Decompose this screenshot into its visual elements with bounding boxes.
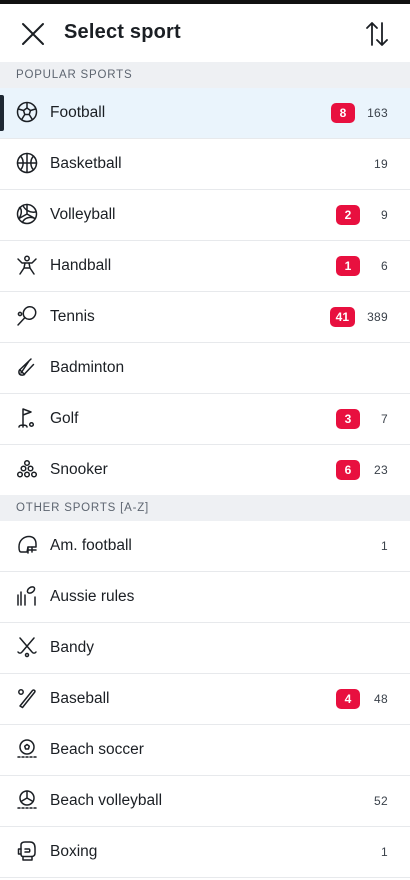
- event-count: 1: [381, 845, 388, 859]
- event-count: 19: [374, 157, 388, 171]
- sport-name: Beach soccer: [50, 741, 144, 758]
- aussie-rules-icon: [15, 584, 39, 608]
- sport-name: Badminton: [50, 359, 125, 376]
- snooker-icon: [15, 457, 39, 481]
- beach-volleyball-icon: [15, 788, 39, 812]
- boxing-icon: [15, 839, 39, 863]
- sport-name: Bandy: [50, 639, 94, 656]
- sport-name: Volleyball: [50, 206, 116, 223]
- tennis-icon: [15, 304, 39, 328]
- baseball-icon: [15, 686, 39, 710]
- sport-row-boxing[interactable]: Boxing 1: [0, 827, 410, 878]
- volleyball-icon: [15, 202, 39, 226]
- header: Select sport: [0, 4, 410, 62]
- sport-row-volleyball[interactable]: Volleyball 2 9: [0, 190, 410, 241]
- sport-row-snooker[interactable]: Snooker 6 23: [0, 445, 410, 496]
- sport-name: Golf: [50, 410, 79, 427]
- sport-name: Handball: [50, 257, 112, 274]
- live-count-badge: 1: [336, 256, 360, 276]
- handball-icon: [15, 253, 39, 277]
- sport-name: Tennis: [50, 308, 95, 325]
- sort-icon[interactable]: [364, 19, 390, 49]
- event-count: 7: [381, 412, 388, 426]
- bandy-icon: [15, 635, 39, 659]
- event-count: 23: [374, 463, 388, 477]
- sport-row-tennis[interactable]: Tennis 41 389: [0, 292, 410, 343]
- section-other-sports: OTHER SPORTS [A-Z]: [0, 495, 410, 521]
- event-count: 6: [381, 259, 388, 273]
- sport-row-badminton[interactable]: Badminton: [0, 343, 410, 394]
- sport-name: Baseball: [50, 690, 110, 707]
- event-count: 9: [381, 208, 388, 222]
- badminton-icon: [15, 355, 39, 379]
- event-count: 163: [367, 106, 388, 120]
- other-sports-list: Am. football 1 Aussie rules Bandy Baseball 4 4…: [0, 521, 410, 878]
- sport-row-bandy[interactable]: Bandy: [0, 623, 410, 674]
- sport-name: Boxing: [50, 843, 98, 860]
- sport-row-handball[interactable]: Handball 1 6: [0, 241, 410, 292]
- section-popular-sports: POPULAR SPORTS: [0, 62, 410, 88]
- sport-row-basketball[interactable]: Basketball 19: [0, 139, 410, 190]
- sport-row-aussie-rules[interactable]: Aussie rules: [0, 572, 410, 623]
- event-count: 389: [367, 310, 388, 324]
- live-count-badge: 3: [336, 409, 360, 429]
- basketball-icon: [15, 151, 39, 175]
- sport-row-football[interactable]: Football 8 163: [0, 88, 410, 139]
- sport-row-beach-volleyball[interactable]: Beach volleyball 52: [0, 776, 410, 827]
- live-count-badge: 8: [331, 103, 355, 123]
- sport-name: Aussie rules: [50, 588, 135, 605]
- event-count: 52: [374, 794, 388, 808]
- event-count: 48: [374, 692, 388, 706]
- event-count: 1: [381, 539, 388, 553]
- live-count-badge: 4: [336, 689, 360, 709]
- sport-name: Football: [50, 104, 106, 121]
- sport-row-golf[interactable]: Golf 3 7: [0, 394, 410, 445]
- live-count-badge: 6: [336, 460, 360, 480]
- sport-name: Snooker: [50, 461, 108, 478]
- sport-row-baseball[interactable]: Baseball 4 48: [0, 674, 410, 725]
- football-icon: [15, 100, 39, 124]
- sport-name: Basketball: [50, 155, 122, 172]
- beach-soccer-icon: [15, 737, 39, 761]
- sport-row-am-football[interactable]: Am. football 1: [0, 521, 410, 572]
- live-count-badge: 2: [336, 205, 360, 225]
- sport-name: Beach volleyball: [50, 792, 163, 809]
- close-icon[interactable]: [20, 21, 46, 47]
- sport-name: Am. football: [50, 537, 132, 554]
- page-title: Select sport: [64, 21, 181, 43]
- sport-row-beach-soccer[interactable]: Beach soccer: [0, 725, 410, 776]
- american-football-icon: [15, 533, 39, 557]
- live-count-badge: 41: [329, 307, 355, 327]
- popular-sports-list: Football 8 163 Basketball 19 Volleyball 2 9 Hand…: [0, 88, 410, 496]
- golf-icon: [15, 406, 39, 430]
